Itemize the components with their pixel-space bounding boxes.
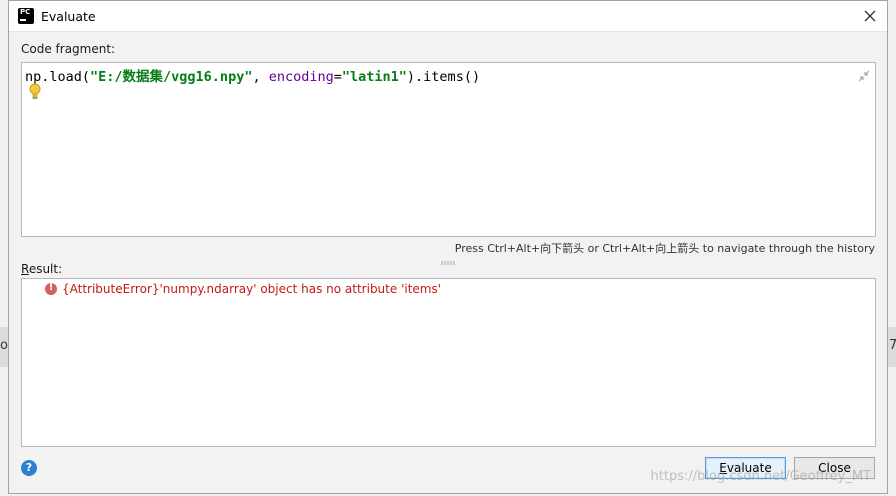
collapse-icon[interactable] — [858, 70, 870, 82]
evaluate-dialog: PC Evaluate Code fragment: np.load("E:/数… — [8, 0, 888, 494]
result-panel[interactable]: {AttributeError}'numpy.ndarray' object h… — [21, 278, 876, 447]
close-window-icon[interactable] — [861, 7, 879, 25]
background-text-left: o — [0, 338, 8, 353]
title-bar: PC Evaluate — [9, 1, 887, 32]
history-hint: Press Ctrl+Alt+向下箭头 or Ctrl+Alt+向上箭头 to … — [454, 242, 875, 255]
window-title: Evaluate — [41, 9, 96, 24]
code-fragment-label: Code fragment: — [21, 42, 116, 56]
intention-bulb-icon[interactable] — [28, 83, 42, 101]
help-button[interactable]: ? — [21, 460, 37, 476]
result-label: Result: — [21, 262, 63, 276]
pycharm-icon: PC — [18, 8, 34, 24]
background-text-right: 7 — [889, 338, 896, 353]
watermark: https://blog.csdn.net/Geoffrey_MT — [650, 469, 871, 484]
error-message[interactable]: {AttributeError}'numpy.ndarray' object h… — [62, 282, 441, 296]
code-fragment-editor[interactable]: np.load("E:/数据集/vgg16.npy", encoding="la… — [21, 62, 876, 237]
code-line[interactable]: np.load("E:/数据集/vgg16.npy", encoding="la… — [25, 65, 480, 85]
splitter-handle[interactable] — [441, 254, 455, 265]
error-icon — [45, 282, 57, 295]
